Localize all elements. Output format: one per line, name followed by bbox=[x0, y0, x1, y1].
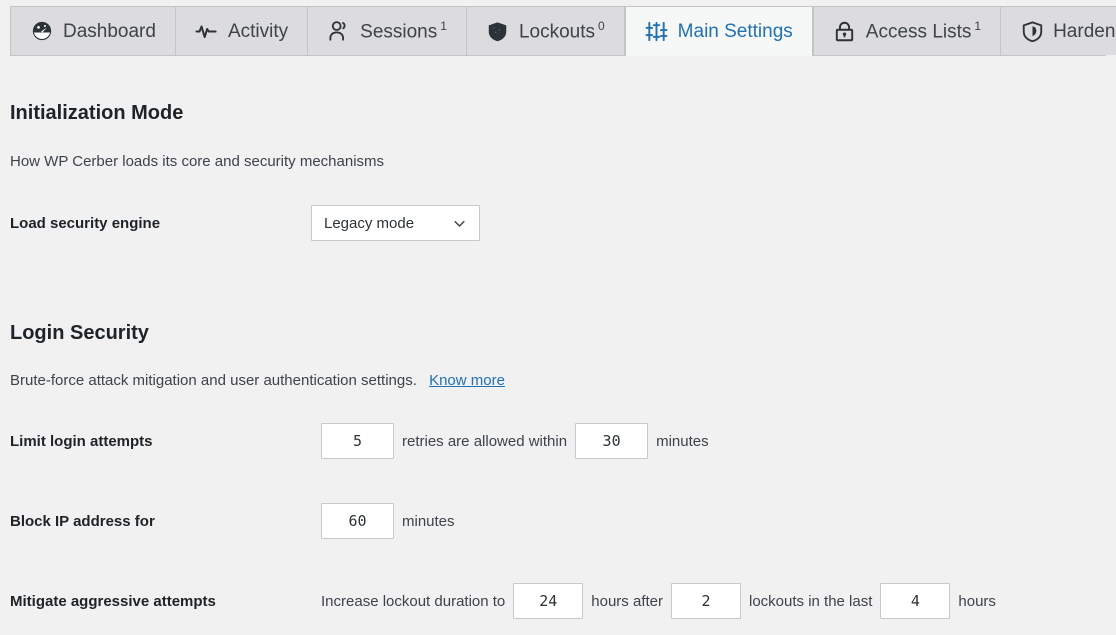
login-security-description-text: Brute-force attack mitigation and user a… bbox=[10, 372, 417, 389]
block-ip-address-tail-text: minutes bbox=[394, 513, 463, 530]
mitigate-duration-input[interactable] bbox=[513, 583, 583, 619]
tab-main-settings-label: Main Settings bbox=[678, 22, 793, 41]
tab-main-settings[interactable]: Main Settings bbox=[625, 6, 813, 56]
mitigate-window-input[interactable] bbox=[880, 583, 950, 619]
pulse-icon bbox=[195, 19, 219, 43]
load-security-engine-row: Load security engine Legacy mode bbox=[10, 205, 1106, 241]
limit-login-attempts-input[interactable] bbox=[321, 423, 394, 459]
load-security-engine-select-wrap: Legacy mode bbox=[311, 205, 480, 241]
tab-activity-label: Activity bbox=[228, 22, 288, 41]
mitigate-mid-text-1: hours after bbox=[583, 593, 671, 610]
login-security-description: Brute-force attack mitigation and user a… bbox=[10, 372, 505, 389]
tab-lockouts[interactable]: Lockouts0 bbox=[466, 6, 625, 55]
chevron-down-icon bbox=[451, 215, 467, 231]
login-security-title: Login Security bbox=[10, 322, 149, 345]
tab-access-lists-badge: 1 bbox=[974, 19, 981, 33]
lock-icon bbox=[833, 19, 857, 43]
mitigate-aggressive-attempts-controls: Increase lockout duration to hours after… bbox=[321, 583, 1004, 619]
load-security-engine-value: Legacy mode bbox=[324, 215, 414, 232]
tab-access-lists-label: Access Lists1 bbox=[866, 20, 981, 41]
sliders-icon bbox=[645, 20, 669, 44]
mitigate-aggressive-attempts-row: Mitigate aggressive attempts Increase lo… bbox=[10, 583, 1106, 619]
tab-sessions-badge: 1 bbox=[440, 19, 447, 33]
tab-dashboard-label: Dashboard bbox=[63, 22, 156, 41]
load-security-engine-label: Load security engine bbox=[10, 215, 311, 232]
tab-hardening[interactable]: Hardening bbox=[1000, 6, 1116, 55]
limit-login-attempts-row: Limit login attempts retries are allowed… bbox=[10, 423, 1106, 459]
mitigate-tail-text: hours bbox=[950, 593, 1004, 610]
shield-icon bbox=[486, 19, 510, 43]
block-ip-duration-input[interactable] bbox=[321, 503, 394, 539]
mitigate-aggressive-attempts-label: Mitigate aggressive attempts bbox=[10, 593, 321, 610]
tab-dashboard[interactable]: Dashboard bbox=[10, 6, 175, 55]
tab-access-lists[interactable]: Access Lists1 bbox=[813, 6, 1000, 55]
load-security-engine-control: Legacy mode bbox=[311, 205, 480, 241]
tab-list: Dashboard Activity Sessions1 bbox=[10, 6, 1116, 56]
limit-login-attempts-controls: retries are allowed within minutes bbox=[321, 423, 717, 459]
tab-sessions-label: Sessions1 bbox=[360, 20, 447, 41]
tab-lockouts-label: Lockouts0 bbox=[519, 20, 605, 41]
tab-activity[interactable]: Activity bbox=[175, 6, 307, 55]
mitigate-mid-text-2: lockouts in the last bbox=[741, 593, 880, 610]
tab-hardening-label: Hardening bbox=[1053, 22, 1116, 41]
limit-login-attempts-label: Limit login attempts bbox=[10, 433, 321, 450]
tab-lockouts-badge: 0 bbox=[598, 19, 605, 33]
block-ip-address-label: Block IP address for bbox=[10, 513, 321, 530]
block-ip-address-controls: minutes bbox=[321, 503, 463, 539]
know-more-link[interactable]: Know more bbox=[429, 372, 505, 389]
mitigate-lead-text: Increase lockout duration to bbox=[321, 593, 513, 610]
load-security-engine-select[interactable]: Legacy mode bbox=[311, 205, 480, 241]
limit-login-window-input[interactable] bbox=[575, 423, 648, 459]
user-icon bbox=[327, 19, 351, 43]
initialization-mode-description: How WP Cerber loads its core and securit… bbox=[10, 153, 384, 170]
tab-sessions[interactable]: Sessions1 bbox=[307, 6, 466, 55]
initialization-mode-title: Initialization Mode bbox=[10, 102, 183, 125]
gauge-icon bbox=[30, 19, 54, 43]
mitigate-lockout-count-input[interactable] bbox=[671, 583, 741, 619]
block-ip-address-row: Block IP address for minutes bbox=[10, 503, 1106, 539]
shield-check-icon bbox=[1020, 19, 1044, 43]
limit-login-attempts-mid-text: retries are allowed within bbox=[394, 433, 575, 450]
limit-login-attempts-tail-text: minutes bbox=[648, 433, 717, 450]
tab-bar: Dashboard Activity Sessions1 bbox=[0, 0, 1116, 57]
